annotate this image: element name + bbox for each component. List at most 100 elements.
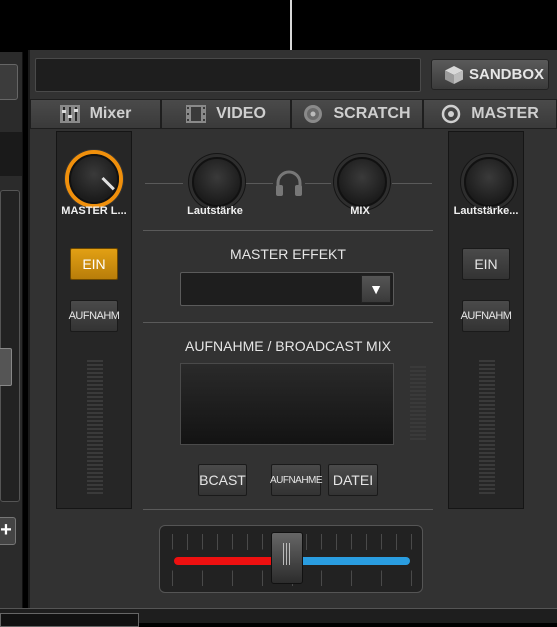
vu-segment [87, 444, 103, 446]
vu-segment [87, 476, 103, 478]
broadcast-mix-title: AUFNAHME / BROADCAST MIX [185, 338, 391, 354]
tick-mark [186, 534, 188, 550]
vu-segment [410, 366, 426, 368]
tab-video-label: VIDEO [216, 105, 266, 122]
crossfader[interactable] [159, 525, 423, 593]
vu-segment [479, 460, 495, 462]
vu-segment [87, 376, 103, 378]
vu-segment [87, 368, 103, 370]
vu-segment [479, 388, 495, 390]
vu-segment [479, 440, 495, 442]
vu-segment [87, 440, 103, 442]
divider [143, 509, 433, 510]
left-vu-meter [87, 360, 103, 494]
tab-mixer[interactable]: Mixer [30, 99, 161, 129]
plus-icon[interactable]: + [0, 517, 16, 545]
volume-knob[interactable] [192, 157, 242, 207]
vu-segment [87, 432, 103, 434]
vu-segment [479, 408, 495, 410]
tab-bar: Mixer VIDEO SCRATCH MASTER [30, 99, 557, 129]
vu-segment [410, 398, 426, 400]
tab-master[interactable]: MASTER [423, 99, 557, 129]
chevron-down-icon[interactable]: ▼ [361, 275, 391, 303]
vu-segment [410, 382, 426, 384]
headphones-icon[interactable] [274, 168, 304, 198]
divider [145, 183, 183, 184]
cube-icon [445, 65, 463, 84]
top-divider [290, 0, 292, 50]
divider [143, 322, 433, 323]
vu-segment [87, 472, 103, 474]
vu-segment [479, 472, 495, 474]
vu-segment [479, 400, 495, 402]
left-deck-display [0, 132, 22, 176]
vu-segment [87, 420, 103, 422]
right-record-button[interactable]: AUFNAHM [461, 300, 512, 332]
left-record-button[interactable]: AUFNAHM [69, 300, 120, 332]
right-vu-meter [479, 360, 495, 494]
vu-segment [87, 424, 103, 426]
deck-name-field[interactable] [35, 58, 421, 92]
vu-segment [410, 386, 426, 388]
vu-segment [410, 418, 426, 420]
tab-scratch[interactable]: SCRATCH [291, 99, 423, 129]
vu-segment [479, 384, 495, 386]
left-deck-button[interactable] [0, 64, 18, 100]
file-button[interactable]: DATEI [328, 464, 378, 496]
vu-segment [87, 428, 103, 430]
target-icon [441, 104, 461, 124]
vu-segment [87, 488, 103, 490]
vu-segment [479, 480, 495, 482]
vu-segment [87, 384, 103, 386]
vu-segment [479, 412, 495, 414]
crossfader-handle[interactable] [271, 532, 304, 584]
vu-segment [479, 416, 495, 418]
vu-segment [87, 396, 103, 398]
left-pitch-strip[interactable] [0, 190, 20, 502]
bcast-button[interactable]: BCAST [198, 464, 247, 496]
master-effect-title: MASTER EFFEKT [230, 246, 346, 262]
vu-segment [410, 370, 426, 372]
vu-segment [479, 488, 495, 490]
vu-segment [87, 364, 103, 366]
right-on-button[interactable]: EIN [462, 248, 510, 280]
left-pitch-handle[interactable] [0, 348, 12, 386]
tab-video[interactable]: VIDEO [161, 99, 291, 129]
mix-label: MIX [350, 205, 370, 217]
vu-segment [87, 392, 103, 394]
film-icon [186, 105, 207, 123]
right-volume-knob[interactable] [464, 157, 514, 207]
tick-mark [246, 534, 248, 550]
left-on-button[interactable]: EIN [70, 248, 118, 280]
vu-segment [410, 378, 426, 380]
master-effect-select[interactable]: ▼ [180, 272, 394, 306]
tick-mark [172, 534, 173, 586]
vu-segment [479, 468, 495, 470]
vu-segment [87, 404, 103, 406]
vu-segment [479, 428, 495, 430]
vu-segment [87, 492, 103, 494]
vu-segment [479, 432, 495, 434]
bottom-bar-segment [0, 613, 139, 627]
vu-segment [410, 434, 426, 436]
vu-segment [87, 380, 103, 382]
record-button[interactable]: AUFNAHME [270, 464, 323, 496]
mix-knob[interactable] [337, 157, 387, 207]
vu-segment [87, 480, 103, 482]
vu-segment [479, 396, 495, 398]
vu-segment [479, 372, 495, 374]
vu-segment [87, 460, 103, 462]
vu-segment [87, 372, 103, 374]
sandbox-button[interactable]: SANDBOX [431, 59, 549, 90]
crossfader-right-track [296, 557, 410, 565]
master-level-label: MASTER L... [61, 205, 127, 217]
vu-segment [479, 420, 495, 422]
master-level-knob[interactable] [69, 154, 119, 204]
vu-segment [410, 438, 426, 440]
vu-segment [410, 406, 426, 408]
vu-segment [479, 448, 495, 450]
vu-segment [479, 484, 495, 486]
vu-segment [87, 456, 103, 458]
vu-segment [479, 436, 495, 438]
vu-segment [479, 376, 495, 378]
